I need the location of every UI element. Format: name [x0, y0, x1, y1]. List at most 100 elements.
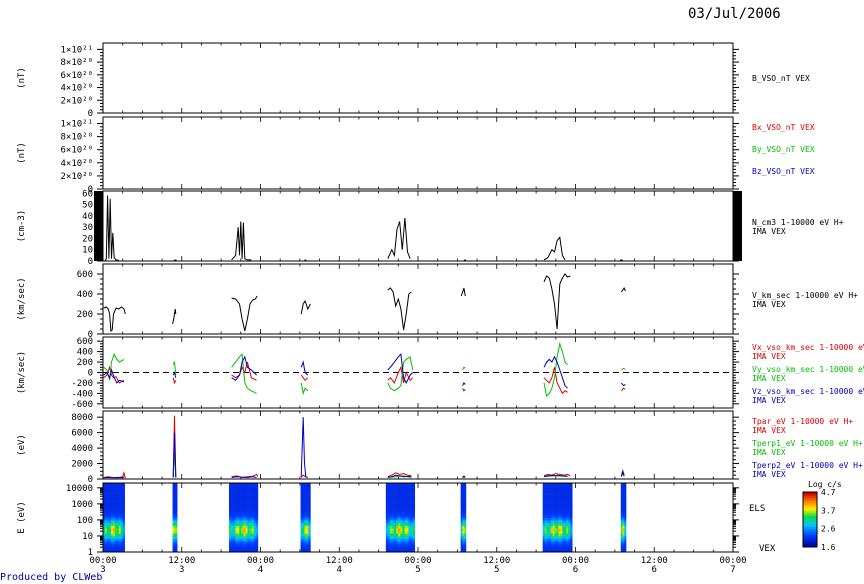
spectrogram-cell [249, 517, 252, 521]
spectrogram-cell [554, 541, 557, 545]
spectrogram-cell [400, 520, 403, 524]
spectrogram-cell [552, 538, 555, 542]
spectrogram-cell [394, 498, 397, 502]
spectrogram-cell [408, 488, 411, 492]
spectrogram-cell [568, 520, 571, 524]
series-line-V [387, 287, 412, 331]
spectrogram-cell [404, 485, 407, 489]
spectrogram-cell [306, 512, 309, 516]
spectrogram-cell [546, 509, 549, 513]
spectrogram-cell [404, 520, 407, 524]
spectrogram-cell [554, 498, 557, 502]
spectrogram-cell [550, 528, 553, 532]
panel-6 [97, 410, 739, 480]
spectrogram-cell [400, 496, 403, 500]
spectrogram-cell [546, 522, 549, 526]
spectrogram-cell [556, 490, 559, 494]
spectrogram-cell [620, 501, 623, 505]
spectrogram-cell [300, 509, 303, 513]
spectrogram-cell [546, 512, 549, 516]
spectrogram-cell [253, 530, 257, 534]
spectrogram-cell [114, 530, 118, 534]
spectrogram-cell [568, 490, 571, 494]
spectrogram-cell [255, 536, 259, 540]
spectrogram-cell [116, 509, 120, 513]
spectrogram-cell [566, 525, 569, 529]
spectrogram-cell [550, 538, 553, 542]
spectrogram-cell [302, 488, 305, 492]
spectrogram-cell [243, 512, 246, 516]
spectrogram-cell [620, 514, 623, 518]
spectrogram-cell [308, 506, 311, 510]
spectrogram-cell [122, 506, 125, 510]
spectrogram-cell [558, 530, 561, 534]
spectrogram-cell [174, 514, 178, 518]
legend-entry: B_VSO_nT VEX [752, 74, 810, 83]
spectrogram-cell [245, 509, 248, 513]
spectrogram-cell [404, 528, 407, 532]
spectrogram-cell [402, 504, 405, 508]
spectrogram-cell [110, 504, 114, 508]
spectrogram-cell [548, 498, 551, 502]
spectrogram-cell [106, 509, 110, 513]
spectrogram-cell [396, 525, 399, 529]
spectrogram-cell [104, 504, 108, 508]
spectrogram-cell [556, 496, 559, 500]
spectrogram-cell [568, 493, 571, 497]
spectrogram-cell [251, 520, 255, 524]
spectrogram-cell [387, 496, 391, 500]
spectrogram-cell [239, 530, 242, 534]
spectrogram-cell [174, 509, 178, 513]
spectrogram-cell [566, 517, 569, 521]
spectrogram-cell [174, 536, 178, 540]
spectrogram-cell [239, 488, 242, 492]
spectrogram-cell [108, 528, 112, 532]
spectrogram-cell [564, 546, 567, 550]
spectrogram-cell [247, 493, 250, 497]
spectrogram-cell [243, 490, 246, 494]
spectrogram-cell [570, 530, 573, 534]
spectrogram-cell [231, 501, 234, 505]
series-line-V [103, 306, 126, 332]
spectrogram-cell [118, 536, 122, 540]
spectrogram-cell [398, 525, 401, 529]
spectrogram-cell [231, 538, 234, 542]
spectrogram-cell [253, 546, 257, 550]
spectrogram-cell [560, 496, 563, 500]
spectrogram-cell [389, 525, 393, 529]
spectrogram-cell [562, 538, 565, 542]
spectrogram-cell [249, 530, 252, 534]
spectrogram-cell [172, 517, 176, 521]
spectrogram-cell [462, 498, 465, 502]
spectrogram-cell [400, 493, 403, 497]
series-line-Vx [621, 387, 626, 392]
spectrogram-cell [542, 520, 545, 524]
spectrogram-cell [546, 525, 549, 529]
spectrogram-cell [306, 488, 309, 492]
spectrogram-cell [568, 522, 571, 526]
colorbar-segment [803, 493, 817, 496]
spectrogram-cell [304, 488, 307, 492]
spectrogram-cell [253, 501, 257, 505]
y-axis-label: E (eV) [17, 501, 27, 534]
spectrogram-cell [394, 504, 397, 508]
panel-5 [97, 336, 739, 409]
legend-entry: IMA VEX [752, 396, 786, 405]
spectrogram-cell [398, 485, 401, 489]
spectrogram-cell [243, 485, 246, 489]
spectrogram-cell [412, 522, 416, 526]
spectrogram-cell [402, 528, 405, 532]
spectrogram-cell [249, 544, 252, 547]
spectrogram-cell [412, 517, 416, 521]
spectrogram-cell [460, 506, 463, 510]
legend-entry: IMA VEX [752, 448, 786, 457]
spectrogram-cell [237, 536, 240, 540]
spectrogram-cell [402, 522, 405, 526]
spectrogram-cell [622, 501, 625, 505]
spectrogram-cell [392, 496, 395, 500]
spectrogram-cell [245, 536, 248, 540]
x-tick-day-label: 6 [573, 565, 578, 575]
spectrogram-cell [412, 525, 416, 529]
colorbar-segment [803, 521, 817, 524]
spectrogram-cell [241, 501, 244, 505]
